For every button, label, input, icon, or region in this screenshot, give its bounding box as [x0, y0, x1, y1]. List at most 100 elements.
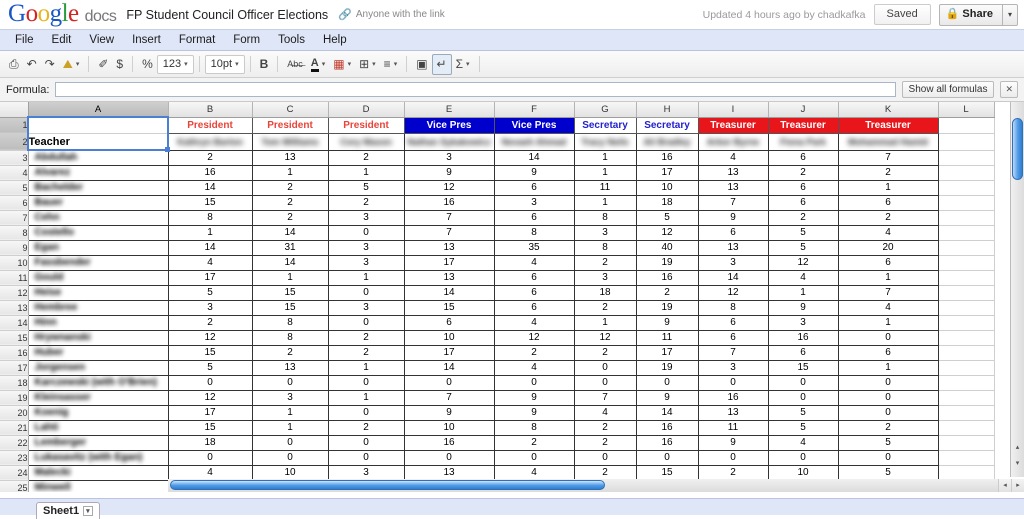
chevron-down-icon[interactable]: ▾	[466, 60, 470, 68]
name-cell-a22[interactable]: Lemberger	[28, 435, 168, 450]
chevron-down-icon[interactable]: ▾	[394, 60, 398, 68]
row-header-6[interactable]: 6	[0, 195, 28, 210]
vote-cell-j15[interactable]: 16	[768, 330, 838, 345]
vote-cell-e22[interactable]: 16	[404, 435, 494, 450]
sheet-tab-sheet1[interactable]: Sheet1 ▾	[36, 502, 100, 519]
vote-cell-d17[interactable]: 1	[328, 360, 404, 375]
vote-cell-l8[interactable]	[938, 225, 994, 240]
name-cell-a17[interactable]: Jorgensen	[28, 360, 168, 375]
vote-cell-g16[interactable]: 2	[574, 345, 636, 360]
vote-cell-b17[interactable]: 5	[168, 360, 252, 375]
vote-cell-g21[interactable]: 2	[574, 420, 636, 435]
menu-file[interactable]: File	[6, 32, 43, 48]
vote-cell-j12[interactable]: 1	[768, 285, 838, 300]
vote-cell-h15[interactable]: 11	[636, 330, 698, 345]
name-cell-a15[interactable]: Hrywnanski	[28, 330, 168, 345]
column-header-e[interactable]: E	[404, 102, 494, 117]
vote-cell-i18[interactable]: 0	[698, 375, 768, 390]
row-header-23[interactable]: 23	[0, 450, 28, 465]
candidate-cell-b2[interactable]: Kathryn Barton	[168, 133, 252, 150]
row-header-2[interactable]: 2	[0, 133, 28, 150]
vote-cell-d21[interactable]: 2	[328, 420, 404, 435]
scroll-up-icon[interactable]: ▴	[1012, 442, 1023, 453]
vote-cell-f9[interactable]: 35	[494, 240, 574, 255]
column-header-a[interactable]: A	[28, 102, 168, 117]
vote-cell-d18[interactable]: 0	[328, 375, 404, 390]
vote-cell-d5[interactable]: 5	[328, 180, 404, 195]
vote-cell-k14[interactable]: 1	[838, 315, 938, 330]
vote-cell-g13[interactable]: 2	[574, 300, 636, 315]
vote-cell-g15[interactable]: 12	[574, 330, 636, 345]
vote-cell-j3[interactable]: 6	[768, 150, 838, 165]
vote-cell-h19[interactable]: 9	[636, 390, 698, 405]
row-header-5[interactable]: 5	[0, 180, 28, 195]
row-header-21[interactable]: 21	[0, 420, 28, 435]
vote-cell-i17[interactable]: 3	[698, 360, 768, 375]
vote-cell-b6[interactable]: 15	[168, 195, 252, 210]
row-header-3[interactable]: 3	[0, 150, 28, 165]
vote-cell-f5[interactable]: 6	[494, 180, 574, 195]
vote-cell-f7[interactable]: 6	[494, 210, 574, 225]
vote-cell-g18[interactable]: 0	[574, 375, 636, 390]
office-cell-i1[interactable]: Treasurer	[698, 117, 768, 133]
menu-view[interactable]: View	[80, 32, 123, 48]
office-cell-b1[interactable]: President	[168, 117, 252, 133]
menu-form[interactable]: Form	[224, 32, 269, 48]
vote-cell-h23[interactable]: 0	[636, 450, 698, 465]
vote-cell-c3[interactable]: 13	[252, 150, 328, 165]
menu-format[interactable]: Format	[170, 32, 224, 48]
vote-cell-b14[interactable]: 2	[168, 315, 252, 330]
vote-cell-f12[interactable]: 6	[494, 285, 574, 300]
vote-cell-g19[interactable]: 7	[574, 390, 636, 405]
name-cell-a11[interactable]: Gould	[28, 270, 168, 285]
vote-cell-c17[interactable]: 13	[252, 360, 328, 375]
row-header-22[interactable]: 22	[0, 435, 28, 450]
vote-cell-f4[interactable]: 9	[494, 165, 574, 180]
vote-cell-k13[interactable]: 4	[838, 300, 938, 315]
vote-cell-j19[interactable]: 0	[768, 390, 838, 405]
share-dropdown-button[interactable]: ▾	[1003, 4, 1018, 26]
vote-cell-g12[interactable]: 18	[574, 285, 636, 300]
vote-cell-g4[interactable]: 1	[574, 165, 636, 180]
align-icon[interactable]: ≡▾	[380, 54, 402, 75]
candidate-cell-h2[interactable]: Ali Bradley	[636, 133, 698, 150]
vote-cell-c21[interactable]: 1	[252, 420, 328, 435]
vote-cell-e23[interactable]: 0	[404, 450, 494, 465]
vote-cell-f6[interactable]: 3	[494, 195, 574, 210]
chevron-down-icon[interactable]: ▾	[322, 60, 326, 68]
vote-cell-l17[interactable]	[938, 360, 994, 375]
vote-cell-c9[interactable]: 31	[252, 240, 328, 255]
vote-cell-e4[interactable]: 9	[404, 165, 494, 180]
vote-cell-l11[interactable]	[938, 270, 994, 285]
vote-cell-l22[interactable]	[938, 435, 994, 450]
vote-cell-f16[interactable]: 2	[494, 345, 574, 360]
vote-cell-j8[interactable]: 5	[768, 225, 838, 240]
vote-cell-d6[interactable]: 2	[328, 195, 404, 210]
candidate-cell-k2[interactable]: Mohammad Hamid	[838, 133, 938, 150]
row-header-1[interactable]: 1	[0, 117, 28, 133]
vote-cell-l20[interactable]	[938, 405, 994, 420]
name-cell-a13[interactable]: Hembree	[28, 300, 168, 315]
row-header-13[interactable]: 13	[0, 300, 28, 315]
vote-cell-h7[interactable]: 5	[636, 210, 698, 225]
vote-cell-j22[interactable]: 4	[768, 435, 838, 450]
vote-cell-i9[interactable]: 13	[698, 240, 768, 255]
vote-cell-i4[interactable]: 13	[698, 165, 768, 180]
vote-cell-e7[interactable]: 7	[404, 210, 494, 225]
vote-cell-b13[interactable]: 3	[168, 300, 252, 315]
name-cell-a7[interactable]: Cehn	[28, 210, 168, 225]
vote-cell-h10[interactable]: 19	[636, 255, 698, 270]
vertical-scrollbar[interactable]: ▴ ▾	[1010, 102, 1024, 477]
text-color-icon[interactable]: A▾	[307, 54, 329, 75]
vote-cell-d11[interactable]: 1	[328, 270, 404, 285]
percent-icon[interactable]: %	[138, 54, 157, 75]
vote-cell-b18[interactable]: 0	[168, 375, 252, 390]
row-header-18[interactable]: 18	[0, 375, 28, 390]
vote-cell-b7[interactable]: 8	[168, 210, 252, 225]
vote-cell-f17[interactable]: 4	[494, 360, 574, 375]
vote-cell-b11[interactable]: 17	[168, 270, 252, 285]
vote-cell-j20[interactable]: 5	[768, 405, 838, 420]
vote-cell-l6[interactable]	[938, 195, 994, 210]
vote-cell-j9[interactable]: 5	[768, 240, 838, 255]
vote-cell-j10[interactable]: 12	[768, 255, 838, 270]
